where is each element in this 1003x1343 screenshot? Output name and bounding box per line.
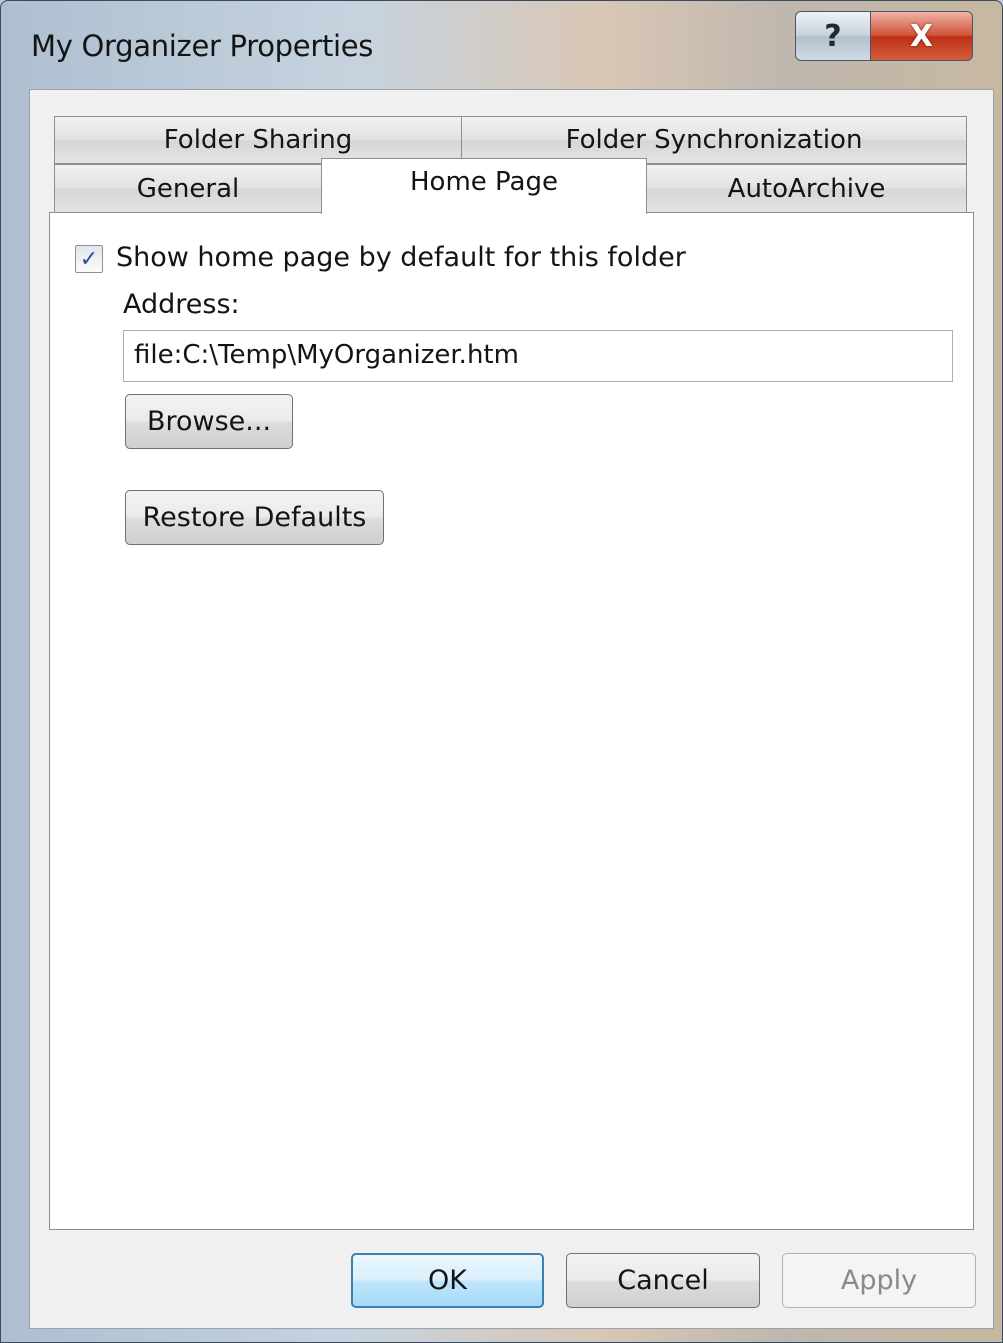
show-home-page-checkbox[interactable]: ✓ [75, 245, 103, 273]
restore-defaults-label: Restore Defaults [142, 502, 367, 533]
browse-button[interactable]: Browse... [125, 394, 293, 449]
title-bar[interactable]: My Organizer Properties ? X [1, 1, 1002, 89]
cancel-button[interactable]: Cancel [566, 1253, 760, 1308]
apply-button-label: Apply [840, 1265, 918, 1296]
help-button[interactable]: ? [795, 11, 871, 61]
restore-defaults-button[interactable]: Restore Defaults [125, 490, 384, 545]
checkmark-icon: ✓ [79, 246, 99, 272]
close-icon: X [909, 18, 934, 54]
tab-label: AutoArchive [727, 173, 886, 204]
tab-label: Folder Synchronization [565, 125, 863, 155]
ok-button[interactable]: OK [351, 1253, 544, 1308]
show-home-page-label: Show home page by default for this folde… [116, 242, 686, 273]
address-label: Address: [123, 289, 240, 320]
properties-dialog: My Organizer Properties ? X Folder Shari… [0, 0, 1003, 1343]
tab-label: Folder Sharing [163, 125, 353, 155]
dialog-body: Folder Sharing Folder Synchronization Ge… [29, 89, 994, 1329]
help-icon: ? [824, 18, 842, 54]
window-title: My Organizer Properties [31, 29, 374, 63]
ok-button-label: OK [428, 1265, 467, 1296]
tab-label: General [136, 173, 240, 204]
tab-home-page[interactable]: Home Page [321, 158, 647, 214]
close-button[interactable]: X [870, 11, 973, 61]
tab-general[interactable]: General [54, 164, 322, 213]
tab-autoarchive[interactable]: AutoArchive [646, 164, 967, 213]
browse-button-label: Browse... [146, 406, 272, 437]
apply-button[interactable]: Apply [782, 1253, 976, 1308]
home-page-panel: ✓ Show home page by default for this fol… [49, 212, 974, 1230]
address-input[interactable]: file:C:\Temp\MyOrganizer.htm [123, 330, 953, 382]
cancel-button-label: Cancel [617, 1265, 709, 1296]
tab-label: Home Page [410, 166, 558, 197]
tab-folder-sharing[interactable]: Folder Sharing [54, 116, 462, 164]
tab-folder-synchronization[interactable]: Folder Synchronization [461, 116, 967, 164]
